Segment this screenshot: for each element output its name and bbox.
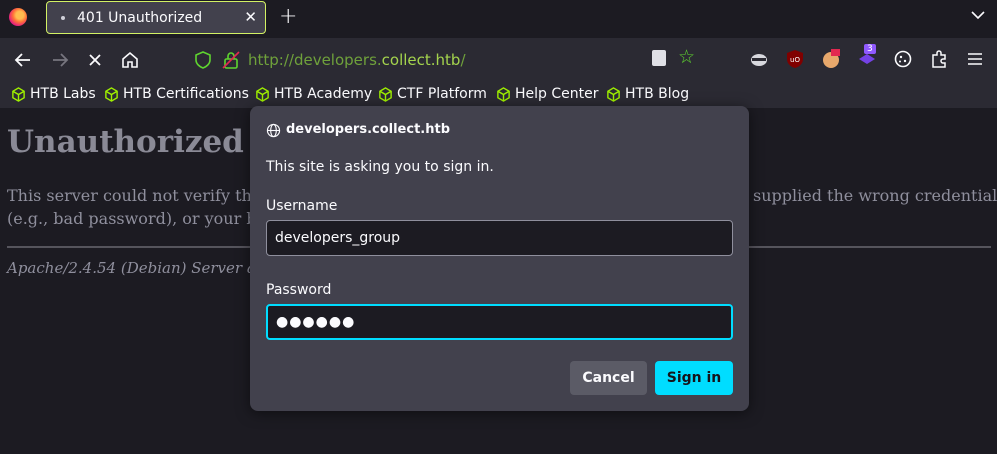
error-text-line2: (e.g., bad password), or your bro [7, 209, 274, 228]
svg-text:uO: uO [790, 56, 800, 64]
bookmarks-toolbar: HTB Labs HTB Certifications HTB Academy … [0, 82, 997, 108]
extension-raccoon-icon[interactable] [749, 49, 769, 69]
tab-strip: 401 Unauthorized ✕ + [0, 0, 997, 36]
globe-icon [266, 123, 281, 138]
bookmark-label: HTB Blog [625, 86, 690, 102]
navigation-toolbar: http://developers.collect.htb/ ☆ uO 3 [0, 38, 997, 82]
bookmark-label: Help Center [515, 86, 599, 102]
server-signature: Apache/2.4.54 (Debian) Server at [7, 259, 262, 277]
tab-list-chevron-icon[interactable] [971, 8, 985, 22]
sign-in-button[interactable]: Sign in [655, 361, 733, 395]
forward-arrow-icon[interactable] [48, 48, 72, 72]
bookmark-label: HTB Academy [274, 86, 373, 102]
menu-hamburger-icon[interactable] [965, 49, 985, 69]
cookie-icon[interactable] [893, 49, 913, 69]
bookmark-label: HTB Labs [30, 86, 96, 102]
error-text-line1-end: supplied the wrong credentials [753, 186, 997, 205]
tracking-protection-shield-icon[interactable] [194, 51, 212, 69]
page-title: Unauthorized [7, 124, 244, 160]
tab-title: 401 Unauthorized [77, 10, 203, 26]
bookmark-htb-certifications[interactable]: HTB Certifications [104, 86, 249, 102]
htb-cube-icon [607, 86, 620, 102]
tab-close-icon[interactable]: ✕ [244, 8, 257, 26]
tab-active[interactable]: 401 Unauthorized ✕ [46, 1, 266, 34]
url-text[interactable]: http://developers.collect.htb/ [248, 51, 466, 69]
dialog-host: developers.collect.htb [286, 122, 451, 137]
bookmark-htb-labs[interactable]: HTB Labs [11, 86, 96, 102]
bookmark-help-center[interactable]: Help Center [496, 86, 599, 102]
stop-loading-icon[interactable] [83, 48, 107, 72]
extension-badge-count: 3 [864, 44, 876, 54]
ublock-origin-icon[interactable]: uO [785, 49, 805, 69]
bookmark-htb-academy[interactable]: HTB Academy [255, 86, 372, 102]
extensions-puzzle-icon[interactable] [929, 49, 949, 69]
htb-cube-icon [497, 86, 510, 102]
bookmark-star-icon[interactable]: ☆ [678, 46, 695, 68]
error-text-line1-start: This server could not verify that [7, 186, 268, 205]
new-tab-button[interactable]: + [279, 4, 297, 29]
back-arrow-icon[interactable] [11, 48, 35, 72]
htb-cube-icon [379, 86, 392, 102]
reader-view-icon[interactable] [652, 50, 666, 66]
password-field[interactable] [266, 304, 733, 340]
firefox-logo-icon[interactable] [9, 8, 27, 26]
address-bar[interactable]: http://developers.collect.htb/ ☆ [190, 44, 715, 76]
bookmark-ctf-platform[interactable]: CTF Platform [378, 86, 487, 102]
username-label: Username [266, 198, 338, 214]
auth-dialog: developers.collect.htb This site is aski… [250, 106, 749, 411]
loading-dot-icon [61, 16, 65, 20]
dialog-message: This site is asking you to sign in. [266, 159, 494, 175]
bookmark-label: CTF Platform [397, 86, 487, 102]
bookmark-htb-blog[interactable]: HTB Blog [606, 86, 689, 102]
htb-cube-icon [256, 86, 269, 102]
home-icon[interactable] [118, 48, 142, 72]
extension-cookie-face-icon[interactable] [821, 49, 841, 69]
cancel-button[interactable]: Cancel [570, 361, 647, 395]
htb-cube-icon [12, 86, 25, 102]
username-field[interactable] [266, 220, 733, 256]
insecure-lock-icon[interactable] [222, 51, 240, 69]
bookmark-label: HTB Certifications [123, 86, 249, 102]
password-label: Password [266, 282, 332, 298]
htb-cube-icon [105, 86, 118, 102]
